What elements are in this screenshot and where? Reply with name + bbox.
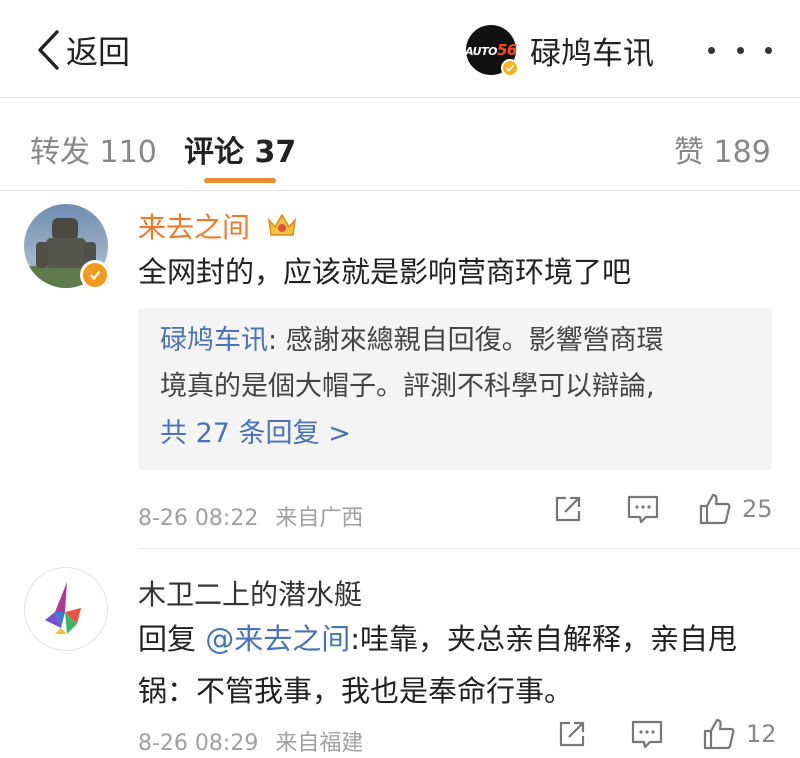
avatar[interactable] — [24, 567, 108, 651]
comment-actions: 25 — [552, 492, 773, 526]
share-icon — [559, 721, 585, 747]
like-count: 12 — [746, 720, 777, 748]
tab-comments[interactable]: 评论 37 — [184, 127, 296, 171]
account-logo: AUTO56 — [465, 41, 517, 59]
reply-author[interactable]: 碌鸠车讯 — [160, 325, 268, 356]
chevron-left-icon — [38, 30, 59, 70]
comment-meta: 8-26 08:29 来自福建 — [138, 725, 363, 757]
comment-icon — [631, 720, 663, 749]
tab-likes[interactable]: 赞 189 — [674, 127, 771, 171]
comment-text: 全网封的，应该就是影响营商环境了吧 — [138, 255, 632, 289]
active-tab-indicator — [204, 178, 276, 183]
share-icon — [555, 496, 581, 522]
share-button[interactable] — [552, 493, 584, 525]
back-button[interactable]: 返回 — [36, 24, 130, 76]
user-name[interactable]: 木卫二上的潜水艇 — [138, 573, 362, 613]
comment-button[interactable] — [626, 493, 660, 525]
comment-button[interactable] — [630, 718, 664, 750]
avatar-image — [45, 582, 81, 634]
back-label: 返回 — [66, 33, 131, 71]
account-header[interactable]: AUTO56 碌鸠车讯 — [465, 22, 654, 78]
comment-source: 来自福建 — [275, 731, 364, 756]
comment-actions: 12 — [556, 717, 777, 751]
mention-link[interactable]: @来去之间 — [205, 622, 350, 656]
reply-line: 碌鸠车讯: 感謝來總親自回復。影響營商環 — [160, 325, 664, 356]
like-count: 25 — [742, 495, 773, 523]
crown-icon — [267, 213, 297, 236]
account-avatar[interactable]: AUTO56 — [465, 25, 519, 77]
tab-reposts[interactable]: 转发 110 — [30, 127, 157, 171]
like-icon — [699, 493, 731, 525]
verified-icon — [501, 59, 519, 77]
like-icon — [703, 718, 735, 750]
comment-time: 8-26 08:22 — [138, 506, 259, 531]
comment-text: 回复 @来去之间:哇靠，夹总亲自解释，亲自甩锅：不管我事，我也是奉命行事。 — [138, 622, 738, 708]
view-replies-link[interactable]: 共 27 条回复 > — [160, 410, 750, 458]
top-bar: 返回 AUTO56 碌鸠车讯 — [0, 0, 800, 98]
verified-icon — [80, 260, 110, 290]
comment-icon — [627, 495, 659, 524]
like-button[interactable]: 25 — [698, 492, 773, 526]
reply-line: 境真的是個大帽子。評測不科學可以辯論, — [160, 371, 655, 402]
tab-bar: 转发 110 评论 37 赞 189 — [0, 99, 800, 191]
more-icon[interactable] — [708, 30, 772, 70]
user-name[interactable]: 来去之间 — [138, 206, 250, 246]
comment-time: 8-26 08:29 — [138, 731, 259, 756]
account-name: 碌鸠车讯 — [530, 35, 654, 72]
comment-meta: 8-26 08:22 来自广西 — [138, 500, 363, 532]
comment-item: 来去之间 全网封的，应该就是影响营商环境了吧 碌鸠车讯: 感謝來總親自回復。影響… — [0, 192, 800, 548]
comment-item: 木卫二上的潜水艇 回复 @来去之间:哇靠，夹总亲自解释，亲自甩锅：不管我事，我也… — [0, 549, 800, 758]
comment-source: 来自广西 — [275, 506, 364, 531]
share-button[interactable] — [556, 718, 588, 750]
like-button[interactable]: 12 — [702, 717, 777, 751]
reply-preview[interactable]: 碌鸠车讯: 感謝來總親自回復。影響營商環 境真的是個大帽子。評測不科學可以辯論,… — [138, 308, 772, 470]
